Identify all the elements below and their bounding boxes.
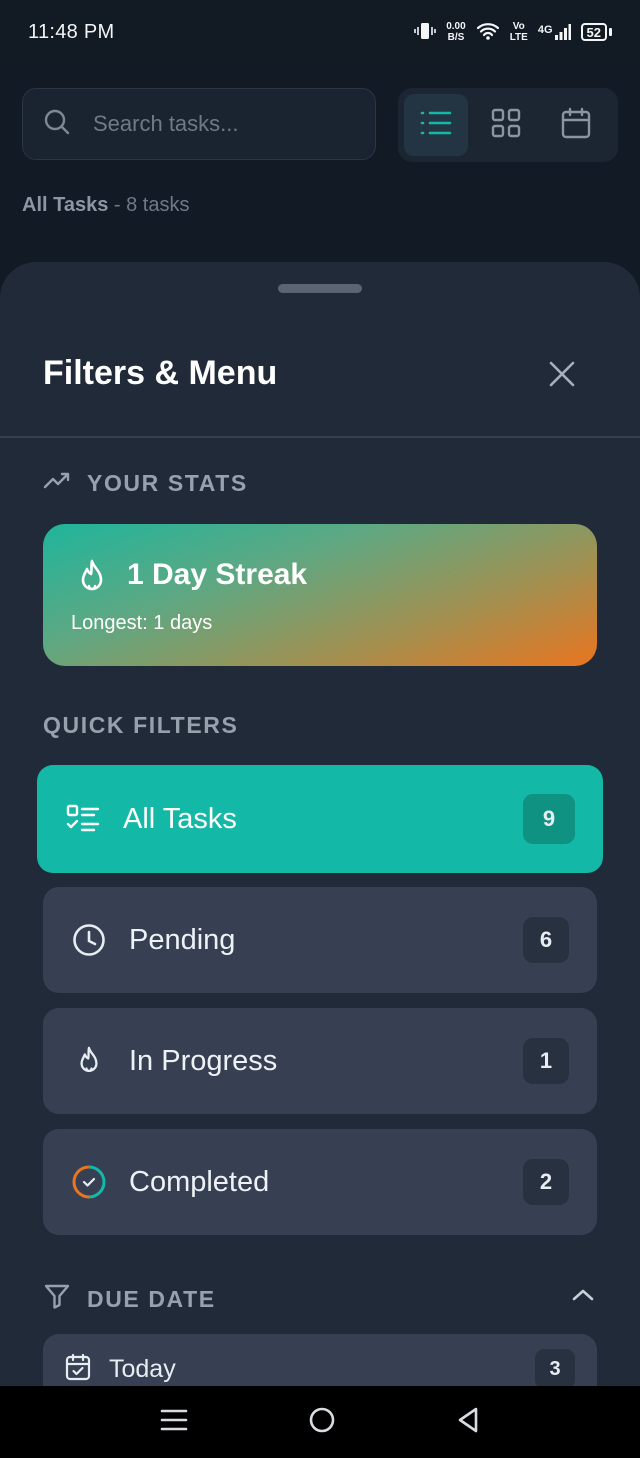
search-input[interactable] bbox=[93, 111, 323, 137]
due-filter-today[interactable]: Today 3 bbox=[43, 1334, 597, 1386]
list-view-button[interactable] bbox=[404, 94, 468, 156]
battery-icon: 52 bbox=[580, 23, 612, 41]
streak-longest: Longest: 1 days bbox=[71, 612, 213, 634]
due-date-section-label[interactable]: DUE DATE bbox=[43, 1282, 216, 1316]
sheet-title: Filters & Menu bbox=[43, 354, 278, 392]
status-bar: 11:48 PM 0.00 B/S Vo LTE 4G 52 bbox=[0, 0, 640, 64]
status-icons: 0.00 B/S Vo LTE 4G 52 bbox=[414, 21, 612, 44]
filter-completed[interactable]: Completed 2 bbox=[43, 1129, 597, 1235]
flame-icon bbox=[75, 558, 109, 601]
network-type: 4G bbox=[537, 24, 553, 36]
filter-label: All Tasks bbox=[123, 802, 237, 835]
list-separator: - bbox=[108, 194, 127, 216]
volte-indicator: Vo LTE bbox=[510, 21, 528, 43]
filter-count: 2 bbox=[523, 1159, 569, 1205]
completed-ring-icon bbox=[71, 1164, 107, 1200]
vibrate-icon bbox=[414, 21, 437, 44]
battery-level: 52 bbox=[580, 23, 607, 41]
grid-view-button[interactable] bbox=[474, 94, 538, 156]
sheet-header: Filters & Menu bbox=[0, 322, 640, 438]
wifi-icon bbox=[476, 21, 500, 44]
net-speed-value: 0.00 bbox=[446, 21, 466, 32]
filter-pending[interactable]: Pending 6 bbox=[43, 887, 597, 993]
streak-title: 1 Day Streak bbox=[127, 558, 308, 591]
due-filter-count: 3 bbox=[535, 1349, 575, 1386]
quick-filters-label-text: QUICK FILTERS bbox=[43, 712, 239, 738]
filter-funnel-icon bbox=[43, 1282, 71, 1316]
task-count: 8 tasks bbox=[126, 194, 190, 216]
filter-count: 1 bbox=[523, 1038, 569, 1084]
chevron-up-icon[interactable] bbox=[570, 1285, 596, 1305]
checklist-icon bbox=[65, 801, 101, 837]
volte-top: Vo bbox=[512, 21, 525, 32]
quick-filters-label: QUICK FILTERS bbox=[43, 712, 238, 739]
stats-section-label: YOUR STATS bbox=[43, 470, 248, 497]
clock-icon bbox=[71, 922, 107, 958]
filter-label: Pending bbox=[129, 923, 236, 956]
flame-icon bbox=[71, 1043, 107, 1079]
list-title: All Tasks bbox=[22, 194, 109, 216]
filter-all-tasks[interactable]: All Tasks 9 bbox=[37, 765, 603, 873]
net-speed-indicator: 0.00 B/S bbox=[446, 21, 465, 43]
close-icon bbox=[548, 360, 576, 393]
due-date-label-text: DUE DATE bbox=[87, 1285, 216, 1312]
drag-handle[interactable] bbox=[278, 284, 362, 293]
grid-icon bbox=[491, 108, 521, 143]
view-switcher bbox=[398, 88, 618, 162]
cell-signal-icon: 4G bbox=[538, 24, 571, 40]
due-filter-label: Today bbox=[109, 1354, 176, 1383]
search-bar[interactable] bbox=[22, 88, 376, 160]
filter-count: 6 bbox=[523, 917, 569, 963]
stats-label-text: YOUR STATS bbox=[87, 470, 248, 496]
streak-card: 1 Day Streak Longest: 1 days bbox=[43, 524, 597, 666]
close-button[interactable] bbox=[540, 354, 584, 398]
filter-label: Completed bbox=[129, 1165, 270, 1198]
search-icon bbox=[43, 108, 71, 141]
trending-up-icon bbox=[43, 470, 71, 497]
list-icon bbox=[420, 109, 452, 142]
system-nav-bar bbox=[0, 1386, 640, 1458]
filter-label: In Progress bbox=[129, 1044, 278, 1077]
filter-in-progress[interactable]: In Progress 1 bbox=[43, 1008, 597, 1114]
calendar-view-button[interactable] bbox=[544, 94, 608, 156]
home-nav-icon[interactable] bbox=[308, 1406, 336, 1439]
back-nav-icon[interactable] bbox=[456, 1406, 480, 1439]
task-list-heading: All Tasks - 8 tasks bbox=[22, 194, 189, 217]
volte-bottom: LTE bbox=[509, 32, 528, 43]
filter-count: 9 bbox=[523, 794, 575, 844]
calendar-check-icon bbox=[65, 1353, 91, 1386]
status-time: 11:48 PM bbox=[28, 20, 115, 43]
menu-nav-icon[interactable] bbox=[160, 1408, 188, 1437]
calendar-icon bbox=[561, 107, 591, 144]
filters-sheet: Filters & Menu YOUR STATS 1 Day Streak L… bbox=[0, 262, 640, 1386]
net-speed-unit: B/S bbox=[447, 32, 465, 43]
